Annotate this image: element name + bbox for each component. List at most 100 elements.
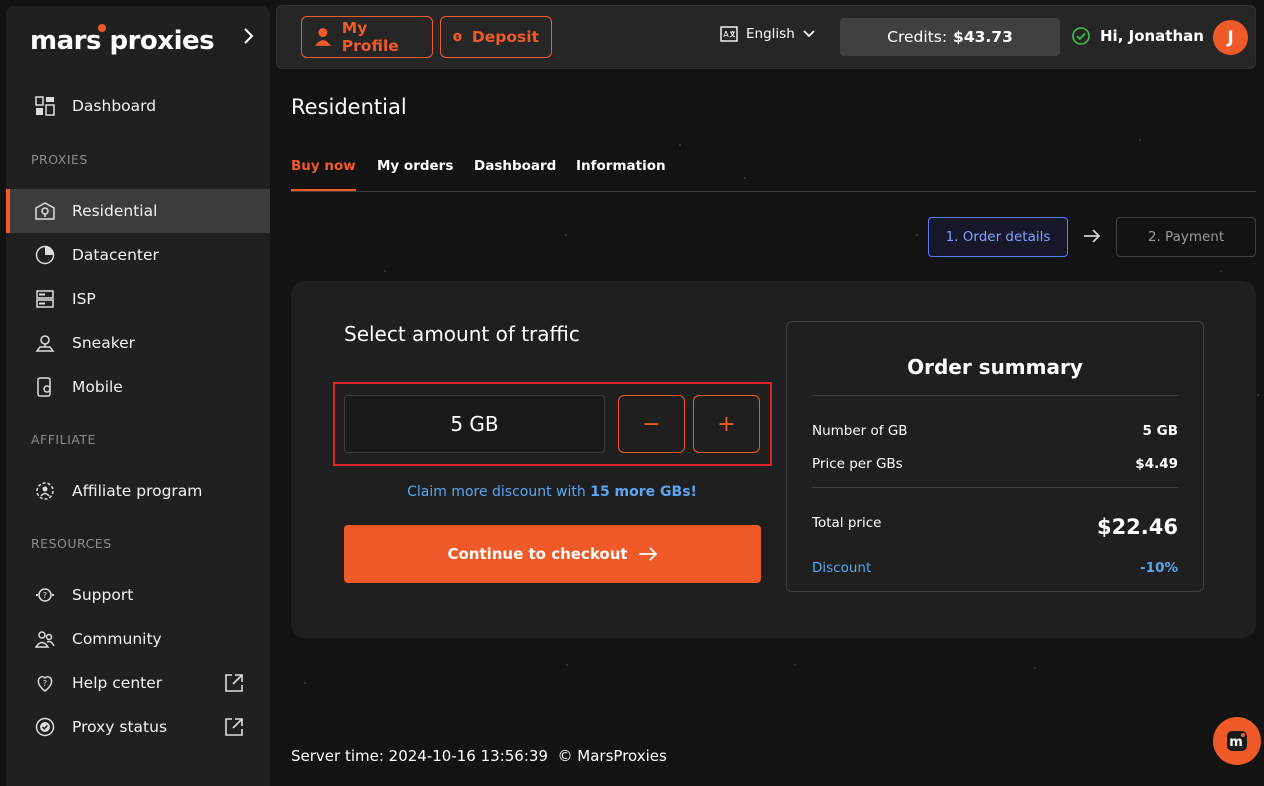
sidebar-item-sneaker[interactable]: Sneaker <box>6 321 270 365</box>
user-icon <box>314 28 331 46</box>
summary-label: Number of GB <box>812 423 908 439</box>
svg-text:?: ? <box>43 679 47 688</box>
support-icon: ? <box>34 584 56 606</box>
logo: mars proxies <box>30 24 215 56</box>
sidebar-item-dashboard[interactable]: Dashboard <box>6 84 270 128</box>
summary-value: 5 GB <box>1142 423 1178 439</box>
sidebar-item-datacenter[interactable]: Datacenter <box>6 233 270 277</box>
greeting: Hi, Jonathan <box>1072 27 1204 45</box>
external-link-icon <box>225 674 243 692</box>
translate-icon: A <box>720 26 738 42</box>
order-summary: Order summary Number of GB 5 GB Price pe… <box>786 321 1204 592</box>
discount-label: Discount <box>812 560 872 576</box>
language-selector[interactable]: A English <box>720 26 815 42</box>
summary-row-price: Price per GBs $4.49 <box>812 456 1178 472</box>
credits-value: $43.73 <box>953 28 1013 46</box>
chevron-right-icon <box>244 28 254 44</box>
arrow-right-icon <box>1084 229 1101 243</box>
mobile-icon <box>34 376 56 398</box>
discount-hint-text: Claim more discount with <box>407 484 586 500</box>
credits-label: Credits: <box>887 28 948 46</box>
sidebar-item-label: Residential <box>72 202 158 220</box>
section-label-resources: RESOURCES <box>31 536 112 551</box>
sidebar-item-support[interactable]: ? Support <box>6 573 270 617</box>
svg-text:$: $ <box>455 35 459 41</box>
sidebar-item-affiliate-program[interactable]: Affiliate program <box>6 469 270 513</box>
verified-check-icon <box>1072 27 1090 45</box>
traffic-quantity-input[interactable]: 5 GB <box>344 395 605 453</box>
sidebar-item-help-center[interactable]: ? Help center <box>6 661 270 705</box>
discount-value: -10% <box>1140 560 1178 576</box>
affiliate-icon <box>34 480 56 502</box>
tab-information[interactable]: Information <box>576 158 666 174</box>
dashboard-icon <box>34 95 56 117</box>
my-profile-button[interactable]: My Profile <box>301 16 433 58</box>
sidebar-item-residential[interactable]: Residential <box>6 189 270 233</box>
server-icon <box>34 288 56 310</box>
tab-dashboard[interactable]: Dashboard <box>474 158 556 174</box>
increase-button[interactable]: + <box>693 395 760 453</box>
logo-dot <box>98 24 106 32</box>
step-order-details[interactable]: 1. Order details <box>928 217 1068 257</box>
section-label-affiliate: AFFILIATE <box>31 432 96 447</box>
sidebar-item-proxy-status[interactable]: Proxy status <box>6 705 270 749</box>
chat-logo-icon: m <box>1227 731 1247 751</box>
topbar: My Profile $ Deposit A English Credits: … <box>276 5 1256 69</box>
section-label-proxies: PROXIES <box>31 152 88 167</box>
decrease-button[interactable]: − <box>618 395 685 453</box>
summary-row-gb: Number of GB 5 GB <box>812 423 1178 439</box>
deposit-button[interactable]: $ Deposit <box>440 16 552 58</box>
step-payment[interactable]: 2. Payment <box>1116 217 1256 257</box>
tab-buy-now[interactable]: Buy now <box>291 158 356 191</box>
sidebar-item-label: Datacenter <box>72 246 159 264</box>
credits-display: Credits: $43.73 <box>840 18 1060 56</box>
status-icon <box>34 716 56 738</box>
total-value: $22.46 <box>1096 515 1178 539</box>
summary-row-total: Total price $22.46 <box>812 515 1178 539</box>
summary-value: $4.49 <box>1135 456 1178 472</box>
summary-row-discount: Discount -10% <box>812 560 1178 576</box>
sidebar-item-label: Affiliate program <box>72 482 203 500</box>
sidebar-item-label: ISP <box>72 290 96 308</box>
svg-text:?: ? <box>43 591 47 600</box>
footer: Server time: 2024-10-16 13:56:39 © MarsP… <box>291 747 667 765</box>
discount-hint-highlight: 15 more GBs! <box>590 484 697 500</box>
greeting-text: Hi, Jonathan <box>1100 27 1204 45</box>
deposit-label: Deposit <box>471 28 539 46</box>
server-time: Server time: 2024-10-16 13:56:39 <box>291 747 548 765</box>
svg-text:A: A <box>723 30 729 39</box>
sneaker-pin-icon <box>34 332 56 354</box>
dollar-coin-icon: $ <box>453 32 462 42</box>
my-profile-label: My Profile <box>341 19 399 55</box>
help-icon: ? <box>34 672 56 694</box>
continue-to-checkout-button[interactable]: Continue to checkout <box>344 525 761 583</box>
sidebar-item-label: Help center <box>72 674 163 692</box>
sidebar-item-label: Proxy status <box>72 718 168 736</box>
chevron-down-icon <box>803 30 815 38</box>
language-label: English <box>746 26 795 42</box>
checkout-label: Continue to checkout <box>447 545 628 563</box>
sidebar-item-label: Dashboard <box>72 97 157 115</box>
sidebar-item-label: Community <box>72 630 162 648</box>
divider <box>812 395 1178 396</box>
discount-hint[interactable]: Claim more discount with 15 more GBs! <box>344 484 760 500</box>
chat-widget-button[interactable]: m <box>1213 717 1261 765</box>
svg-text:m: m <box>1229 735 1243 750</box>
avatar[interactable]: J <box>1213 20 1248 55</box>
sidebar-item-mobile[interactable]: Mobile <box>6 365 270 409</box>
tab-my-orders[interactable]: My orders <box>377 158 453 174</box>
external-link-icon <box>225 718 243 736</box>
tab-bar: Buy now My orders Dashboard Information <box>291 146 1256 192</box>
sidebar: mars proxies Dashboard PROXIES Residenti… <box>6 6 270 786</box>
sidebar-item-label: Mobile <box>72 378 123 396</box>
sidebar-item-label: Sneaker <box>72 334 136 352</box>
sidebar-item-label: Support <box>72 586 134 604</box>
order-summary-title: Order summary <box>907 355 1083 379</box>
page-title: Residential <box>291 95 407 119</box>
collapse-sidebar-button[interactable] <box>238 26 258 46</box>
sidebar-item-isp[interactable]: ISP <box>6 277 270 321</box>
location-pin-icon <box>34 200 56 222</box>
sidebar-item-community[interactable]: Community <box>6 617 270 661</box>
arrow-right-icon <box>638 547 657 561</box>
total-label: Total price <box>812 515 882 531</box>
